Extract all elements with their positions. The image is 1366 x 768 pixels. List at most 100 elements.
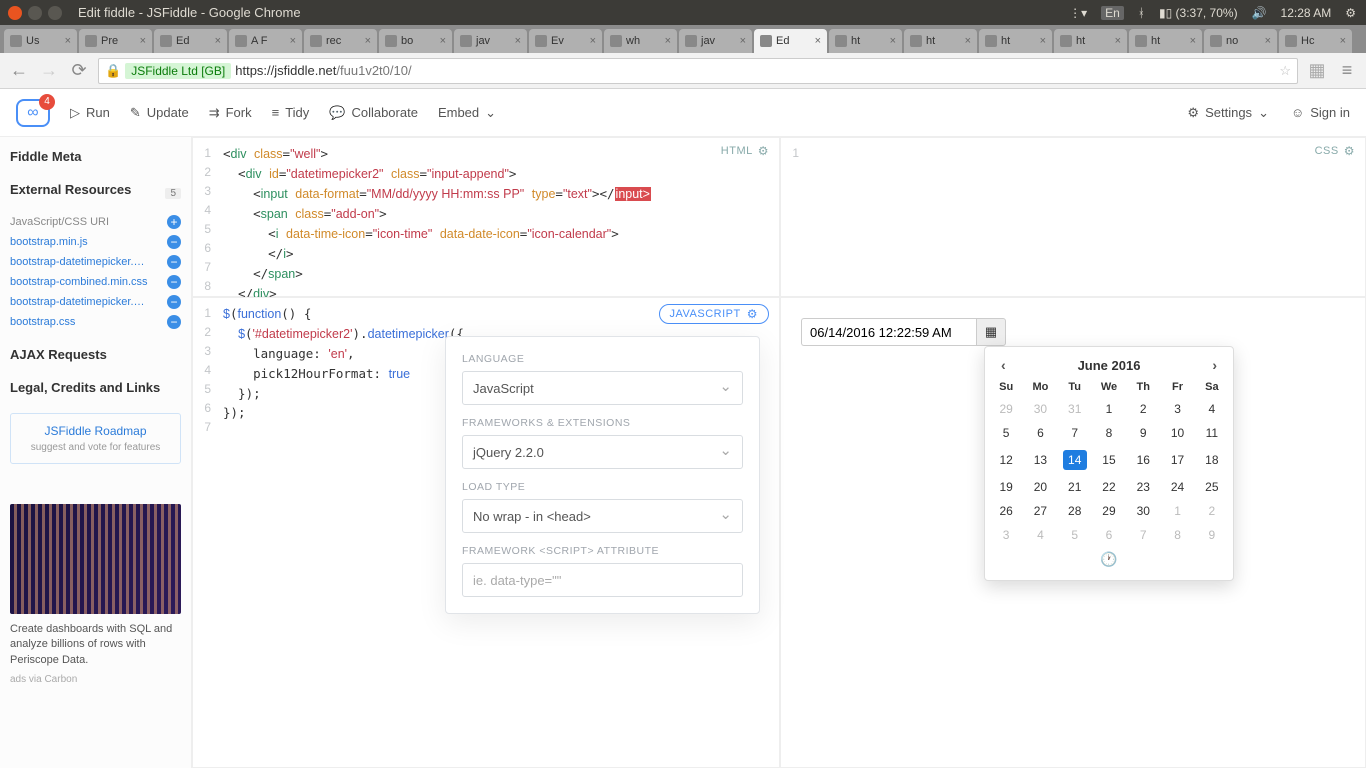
close-icon[interactable]: × bbox=[1115, 35, 1121, 47]
browser-tab[interactable]: rec× bbox=[304, 29, 377, 53]
language-select[interactable]: JavaScript bbox=[462, 371, 743, 405]
calendar-day[interactable]: 20 bbox=[1023, 475, 1057, 499]
fiddle-meta-heading[interactable]: Fiddle Meta bbox=[10, 149, 181, 164]
calendar-day[interactable]: 4 bbox=[1195, 397, 1229, 421]
close-icon[interactable]: × bbox=[290, 35, 296, 47]
bluetooth-icon[interactable]: ᚼ bbox=[1138, 6, 1145, 20]
browser-tab[interactable]: Pre× bbox=[79, 29, 152, 53]
battery-indicator[interactable]: ▮▯ (3:37, 70%) bbox=[1159, 6, 1238, 20]
jsfiddle-logo[interactable]: ∞4 bbox=[16, 99, 50, 127]
calendar-day[interactable]: 1 bbox=[1160, 499, 1194, 523]
close-icon[interactable]: × bbox=[215, 35, 221, 47]
keyboard-lang-indicator[interactable]: En bbox=[1101, 6, 1124, 20]
close-icon[interactable]: × bbox=[140, 35, 146, 47]
close-icon[interactable]: × bbox=[665, 35, 671, 47]
datetime-input[interactable] bbox=[801, 318, 976, 346]
address-bar[interactable]: 🔒 JSFiddle Ltd [GB] https://jsfiddle.net… bbox=[98, 58, 1298, 84]
collaborate-button[interactable]: 💬Collaborate bbox=[329, 105, 418, 121]
calendar-day[interactable]: 4 bbox=[1023, 523, 1057, 547]
chrome-menu-button[interactable]: ≡ bbox=[1336, 60, 1358, 82]
roadmap-card[interactable]: JSFiddle Roadmap suggest and vote for fe… bbox=[10, 413, 181, 464]
calendar-day[interactable]: 5 bbox=[989, 421, 1023, 445]
browser-tab[interactable]: jav× bbox=[454, 29, 527, 53]
result-pane[interactable]: ▦ ‹ June 2016 › SuMoTuWeThFrSa 293031123… bbox=[780, 297, 1366, 768]
calendar-day[interactable]: 3 bbox=[989, 523, 1023, 547]
gear-icon[interactable]: ⚙ bbox=[1344, 144, 1355, 158]
clock[interactable]: 12:28 AM bbox=[1281, 6, 1332, 20]
calendar-day[interactable]: 8 bbox=[1092, 421, 1126, 445]
calendar-day[interactable]: 7 bbox=[1058, 421, 1092, 445]
ad-attribution[interactable]: ads via Carbon bbox=[10, 674, 181, 685]
update-button[interactable]: ✎Update bbox=[130, 105, 189, 121]
calendar-day[interactable]: 13 bbox=[1023, 445, 1057, 475]
time-picker-toggle[interactable]: 🕐 bbox=[989, 547, 1229, 572]
calendar-day[interactable]: 28 bbox=[1058, 499, 1092, 523]
calendar-day[interactable]: 17 bbox=[1160, 445, 1194, 475]
remove-resource-button[interactable]: − bbox=[167, 315, 181, 329]
close-icon[interactable]: × bbox=[740, 35, 746, 47]
html-code-editor[interactable]: <div class="well"> <div id="datetimepick… bbox=[223, 144, 773, 304]
calendar-day[interactable]: 27 bbox=[1023, 499, 1057, 523]
browser-tab[interactable]: ht× bbox=[829, 29, 902, 53]
run-button[interactable]: ▷Run bbox=[70, 105, 110, 121]
window-minimize-button[interactable] bbox=[28, 6, 42, 20]
js-pane[interactable]: JAVASCRIPT⚙ 1234567 $(function() { $('#d… bbox=[192, 297, 780, 768]
browser-tab[interactable]: ht× bbox=[1054, 29, 1127, 53]
system-gear-icon[interactable]: ⚙ bbox=[1345, 6, 1356, 20]
close-icon[interactable]: × bbox=[1040, 35, 1046, 47]
calendar-day[interactable]: 30 bbox=[1126, 499, 1160, 523]
calendar-day[interactable]: 23 bbox=[1126, 475, 1160, 499]
html-pane[interactable]: HTML⚙ 12345678 <div class="well"> <div i… bbox=[192, 137, 780, 297]
calendar-day[interactable]: 14 bbox=[1058, 445, 1092, 475]
extensions-icon[interactable]: ▦ bbox=[1306, 60, 1328, 82]
external-resources-heading[interactable]: External Resources bbox=[10, 182, 131, 197]
calendar-day[interactable]: 26 bbox=[989, 499, 1023, 523]
calendar-day[interactable]: 29 bbox=[989, 397, 1023, 421]
calendar-day[interactable]: 7 bbox=[1126, 523, 1160, 547]
calendar-day[interactable]: 6 bbox=[1023, 421, 1057, 445]
browser-tab[interactable]: no× bbox=[1204, 29, 1277, 53]
window-close-button[interactable] bbox=[8, 6, 22, 20]
close-icon[interactable]: × bbox=[65, 35, 71, 47]
close-icon[interactable]: × bbox=[515, 35, 521, 47]
calendar-day[interactable]: 2 bbox=[1126, 397, 1160, 421]
external-resource-item[interactable]: bootstrap-datetimepicker.min.css− bbox=[10, 295, 181, 309]
calendar-day[interactable]: 9 bbox=[1195, 523, 1229, 547]
browser-tab[interactable]: bo× bbox=[379, 29, 452, 53]
calendar-day[interactable]: 18 bbox=[1195, 445, 1229, 475]
calendar-day[interactable]: 2 bbox=[1195, 499, 1229, 523]
close-icon[interactable]: × bbox=[815, 35, 821, 47]
calendar-day[interactable]: 11 bbox=[1195, 421, 1229, 445]
external-resource-item[interactable]: bootstrap.min.js− bbox=[10, 235, 181, 249]
close-icon[interactable]: × bbox=[965, 35, 971, 47]
browser-tab[interactable]: Us× bbox=[4, 29, 77, 53]
calendar-day[interactable]: 10 bbox=[1160, 421, 1194, 445]
browser-tab[interactable]: Ev× bbox=[529, 29, 602, 53]
calendar-day[interactable]: 30 bbox=[1023, 397, 1057, 421]
ajax-requests-heading[interactable]: AJAX Requests bbox=[10, 347, 181, 362]
add-resource-button[interactable]: + bbox=[167, 215, 181, 229]
tidy-button[interactable]: ≡Tidy bbox=[272, 105, 310, 120]
framework-select[interactable]: jQuery 2.2.0 bbox=[462, 435, 743, 469]
remove-resource-button[interactable]: − bbox=[167, 255, 181, 269]
calendar-day[interactable]: 9 bbox=[1126, 421, 1160, 445]
calendar-day[interactable]: 21 bbox=[1058, 475, 1092, 499]
remove-resource-button[interactable]: − bbox=[167, 235, 181, 249]
next-month-button[interactable]: › bbox=[1206, 357, 1223, 373]
remove-resource-button[interactable]: − bbox=[167, 295, 181, 309]
browser-tab[interactable]: A F× bbox=[229, 29, 302, 53]
fork-button[interactable]: ⇉Fork bbox=[209, 105, 252, 121]
prev-month-button[interactable]: ‹ bbox=[995, 357, 1012, 373]
embed-button[interactable]: Embed⌄ bbox=[438, 105, 496, 121]
legal-heading[interactable]: Legal, Credits and Links bbox=[10, 380, 181, 395]
calendar-day[interactable]: 31 bbox=[1058, 397, 1092, 421]
calendar-day[interactable]: 16 bbox=[1126, 445, 1160, 475]
calendar-addon-button[interactable]: ▦ bbox=[976, 318, 1006, 346]
reload-button[interactable]: ⟳ bbox=[68, 60, 90, 82]
browser-tab[interactable]: wh× bbox=[604, 29, 677, 53]
browser-tab[interactable]: ht× bbox=[904, 29, 977, 53]
browser-tab[interactable]: Ed× bbox=[154, 29, 227, 53]
calendar-day[interactable]: 3 bbox=[1160, 397, 1194, 421]
close-icon[interactable]: × bbox=[365, 35, 371, 47]
close-icon[interactable]: × bbox=[1340, 35, 1346, 47]
